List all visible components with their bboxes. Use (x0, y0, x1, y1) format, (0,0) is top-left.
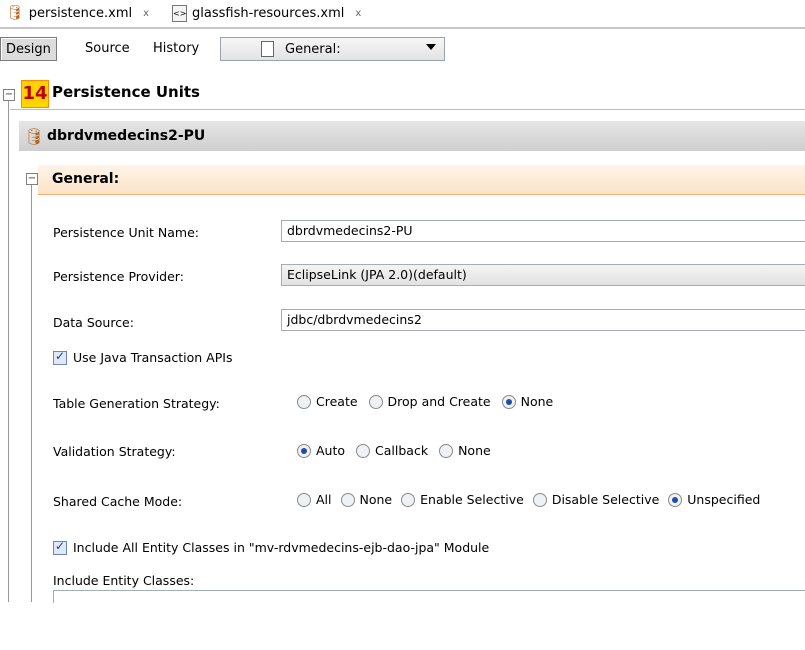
tab-glassfish-resources-xml[interactable]: <> glassfish-resources.xml x (166, 0, 388, 26)
history-button[interactable]: History (148, 37, 204, 59)
validation-label: Validation Strategy: (53, 444, 176, 459)
jta-label: Use Java Transaction APIs (73, 350, 233, 365)
radio-all[interactable]: All (297, 492, 332, 507)
section-select-value: General: (285, 41, 341, 57)
collapse-toggle-general[interactable]: − (26, 173, 38, 185)
radio-label: All (316, 492, 332, 507)
cache-mode-radio-group: All None Enable Selective Disable Select… (297, 492, 765, 507)
provider-label: Persistence Provider: (53, 269, 184, 284)
close-icon[interactable]: x (143, 8, 149, 19)
radio-icon (356, 443, 371, 458)
checkbox-icon (53, 539, 67, 555)
persistence-unit-name: dbrdvmedecins2-PU (47, 128, 206, 144)
tree-line (31, 185, 32, 602)
radio-none[interactable]: None (439, 443, 491, 458)
tree-line (8, 100, 9, 602)
unit-name-label: Persistence Unit Name: (53, 225, 199, 240)
radio-drop-and-create[interactable]: Drop and Create (368, 394, 491, 409)
persistence-units-header: Persistence Units (0, 78, 805, 110)
xml-file-icon: <> (172, 4, 187, 22)
radio-callback[interactable]: Callback (356, 443, 428, 458)
validation-radio-group: Auto Callback None (297, 443, 496, 458)
table-generation-radio-group: Create Drop and Create None (297, 394, 558, 409)
jta-checkbox[interactable]: Use Java Transaction APIs (53, 349, 233, 365)
blank-area (0, 603, 805, 650)
datasource-input[interactable]: jdbc/dbrdvmedecins2 (281, 309, 805, 331)
radio-icon (501, 394, 516, 409)
radio-disable-selective[interactable]: Disable Selective (532, 492, 660, 507)
source-button[interactable]: Source (80, 37, 135, 59)
radio-icon (297, 492, 311, 507)
radio-auto[interactable]: Auto (297, 443, 345, 458)
radio-icon (401, 492, 416, 507)
cache-mode-label: Shared Cache Mode: (53, 494, 183, 509)
radio-none[interactable]: None (501, 394, 554, 409)
step-badge: 14 (21, 80, 49, 108)
section-select[interactable]: General: (220, 37, 445, 61)
entity-classes-label: Include Entity Classes: (53, 573, 195, 588)
radio-label: None (359, 492, 393, 507)
table-generation-label: Table Generation Strategy: (53, 396, 220, 411)
section-divider (10, 109, 805, 110)
radio-label: Callback (375, 443, 429, 458)
radio-label: Unspecified (687, 492, 761, 507)
radio-icon (439, 443, 454, 458)
design-button[interactable]: Design (0, 37, 57, 61)
provider-select[interactable]: EclipseLink (JPA 2.0)(default) (281, 264, 805, 286)
radio-label: Disable Selective (551, 492, 660, 507)
radio-icon (668, 492, 683, 507)
tab-divider (0, 27, 805, 29)
radio-none[interactable]: None (340, 492, 393, 507)
tab-label: persistence.xml (28, 5, 133, 21)
close-icon[interactable]: x (355, 8, 361, 19)
radio-label: None (458, 443, 491, 458)
radio-icon (532, 492, 547, 507)
persistence-file-icon: 🛢 (6, 5, 24, 21)
page-icon (261, 41, 274, 57)
datasource-label: Data Source: (53, 315, 134, 330)
radio-label: Drop and Create (387, 394, 491, 409)
persistence-unit-bar[interactable]: 🛢 dbrdvmedecins2-PU (19, 121, 805, 151)
radio-icon (368, 394, 383, 409)
radio-enable-selective[interactable]: Enable Selective (401, 492, 524, 507)
radio-icon (340, 492, 355, 507)
include-all-entities-checkbox[interactable]: Include All Entity Classes in "mv-rdvmed… (53, 539, 490, 555)
tab-persistence-xml[interactable]: 🛢 persistence.xml x (0, 0, 178, 26)
editor-tab-bar: 🛢 persistence.xml x <> glassfish-resourc… (0, 0, 805, 28)
radio-label: Enable Selective (420, 492, 524, 507)
radio-label: Create (316, 394, 358, 409)
editor-toolbar: Design Source History General: (0, 30, 805, 62)
general-section-header: General: (38, 165, 805, 195)
radio-icon (297, 443, 311, 458)
general-title: General: (52, 171, 120, 187)
tab-label: glassfish-resources.xml (192, 5, 345, 21)
checkbox-icon (53, 349, 67, 365)
radio-unspecified[interactable]: Unspecified (668, 492, 760, 507)
include-all-label: Include All Entity Classes in "mv-rdvmed… (73, 540, 490, 555)
unit-name-input[interactable]: dbrdvmedecins2-PU (281, 220, 805, 242)
radio-label: Auto (316, 443, 346, 458)
persistence-unit-icon: 🛢 (24, 127, 45, 146)
section-title: Persistence Units (52, 83, 200, 101)
radio-icon (297, 394, 311, 409)
chevron-down-icon (426, 44, 436, 50)
radio-create[interactable]: Create (297, 394, 358, 409)
radio-label: None (520, 394, 554, 409)
